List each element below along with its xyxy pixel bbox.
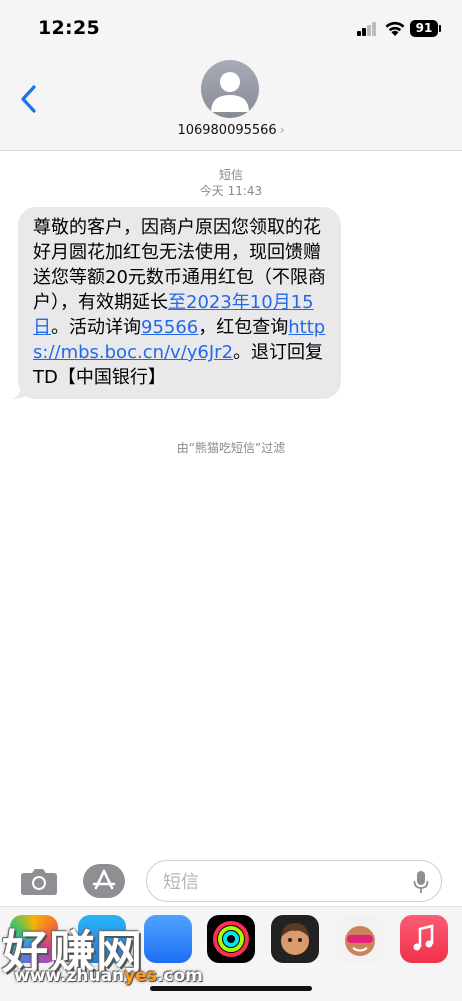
incoming-message-bubble[interactable]: 尊敬的客户，因商户原因您领取的花好月圆花加红包无法使用，现回馈赠送您等额20元数… [12, 207, 341, 399]
microphone-icon[interactable] [413, 870, 429, 894]
contact-number: 106980095566 [177, 123, 277, 138]
activity-rings-icon [213, 921, 249, 957]
home-indicator[interactable] [150, 986, 312, 991]
animoji-face-icon [345, 926, 375, 956]
watermark-url-highlight: yes [124, 966, 157, 986]
battery-tip [439, 25, 441, 32]
app-store-icon[interactable] [83, 864, 125, 898]
person-icon [211, 72, 249, 112]
chevron-left-icon[interactable] [14, 80, 44, 118]
apple-pay-app-icon[interactable] [144, 915, 192, 963]
bubble-tail [12, 381, 30, 399]
message-text-2: 。活动详询 [51, 317, 141, 338]
status-time: 12:25 [38, 17, 100, 39]
animoji-app-icon[interactable] [336, 915, 384, 963]
status-bar: 12:25 91 [0, 0, 462, 60]
watermark-url: www.zhuanyes.com [14, 966, 203, 986]
filter-note: 由“熊猫吃短信”过滤 [176, 441, 286, 455]
contact-avatar[interactable] [201, 60, 259, 118]
memoji-face-icon [281, 923, 309, 955]
app-store-glyph-icon [92, 869, 116, 890]
message-input[interactable] [161, 869, 405, 895]
music-note-icon [413, 924, 434, 951]
phone-link[interactable]: 95566 [141, 317, 198, 338]
camera-icon[interactable] [20, 866, 58, 896]
cellular-signal-icon [357, 22, 377, 36]
message-text-3: ，红包查询 [198, 317, 289, 338]
chevron-right-icon: › [279, 123, 285, 137]
fitness-app-icon[interactable] [207, 915, 255, 963]
music-app-icon[interactable] [400, 915, 448, 963]
battery-indicator: 91 [410, 20, 438, 37]
contact-name[interactable]: 106980095566 › [0, 123, 462, 138]
watermark-url-prefix: www.zhuan [14, 966, 125, 986]
watermark-url-suffix: .com [156, 966, 203, 986]
wifi-icon [385, 21, 405, 36]
message-timestamp: 今天 11:43 [199, 184, 263, 198]
message-input-field[interactable] [146, 860, 442, 902]
memoji-app-icon[interactable] [271, 915, 319, 963]
conversation-header: 106980095566 › [0, 60, 462, 151]
service-label: 短信 [218, 168, 243, 182]
